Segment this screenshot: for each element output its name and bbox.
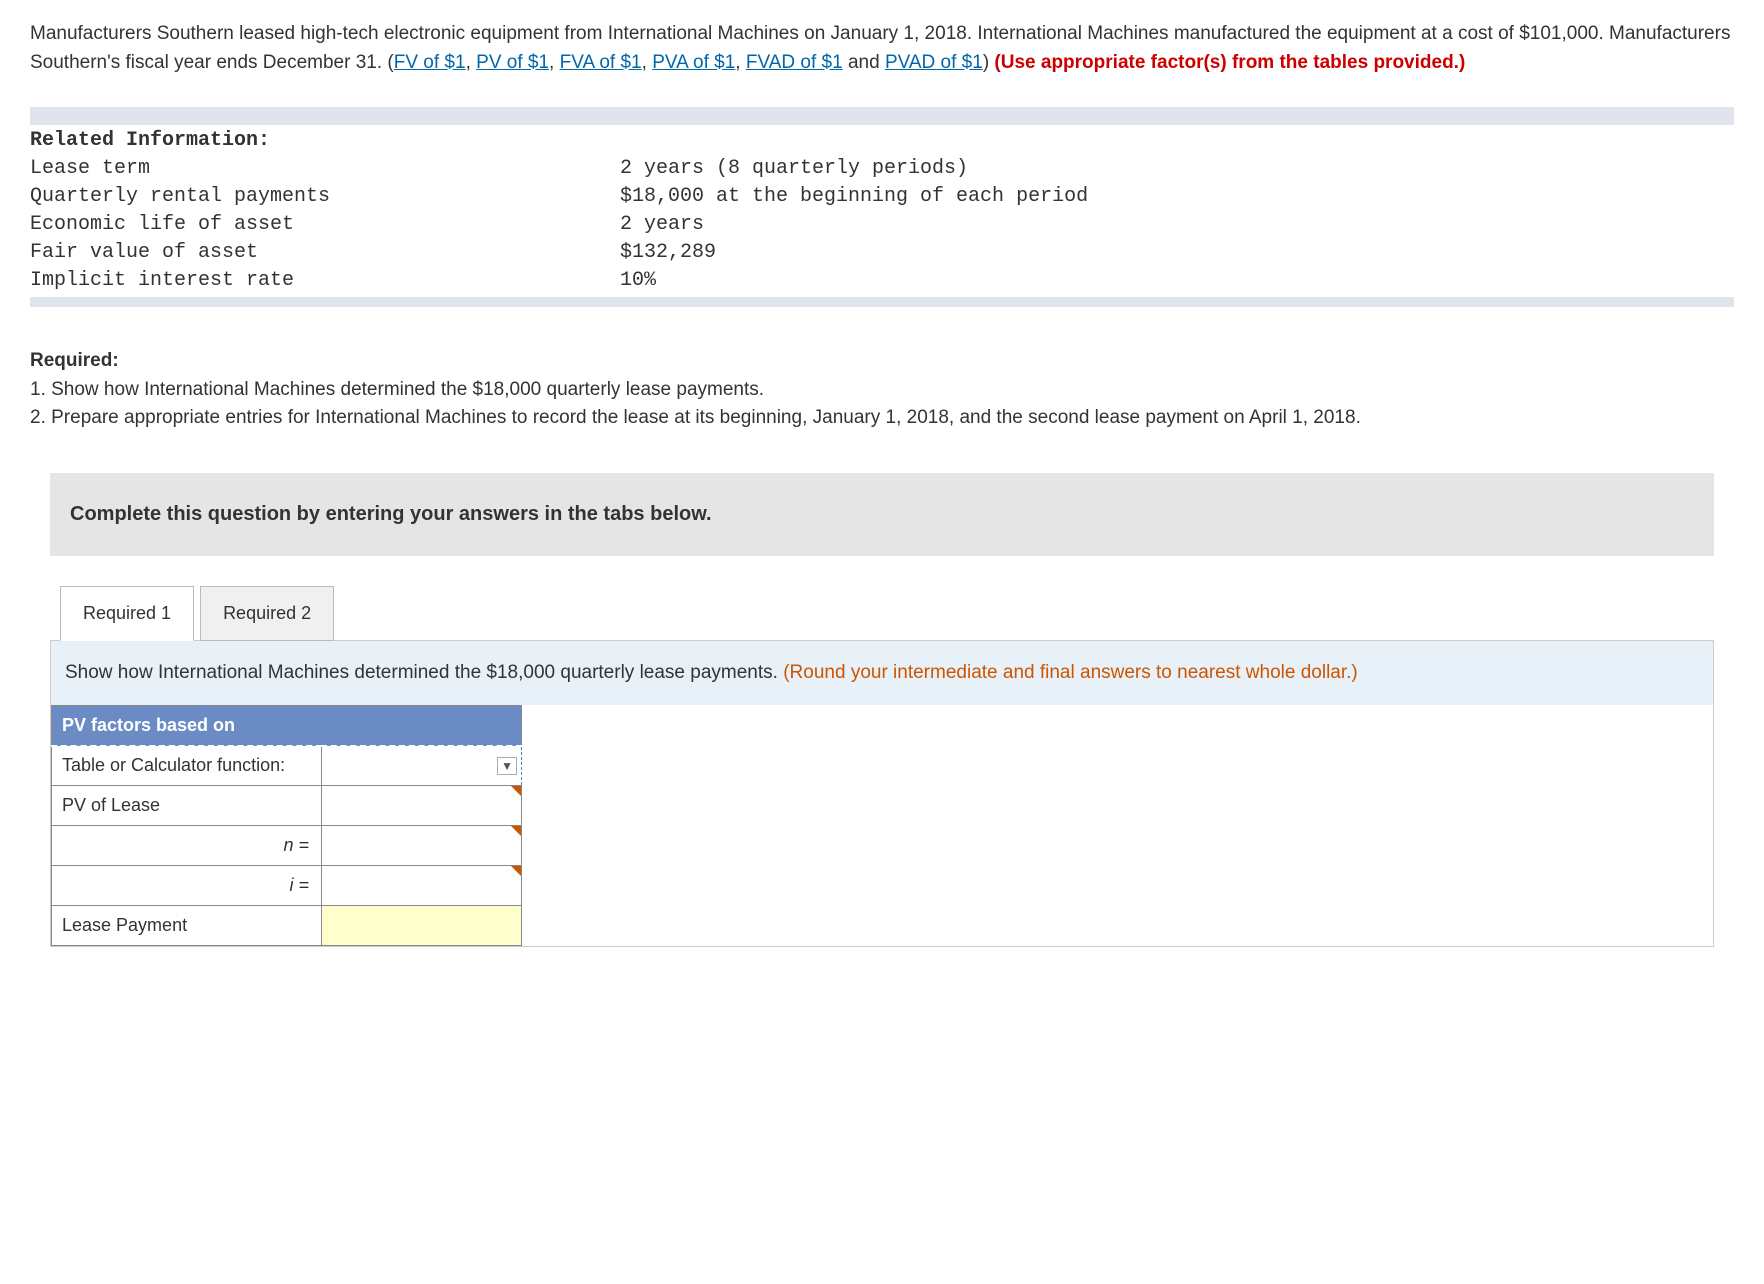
input-n[interactable] xyxy=(322,826,522,866)
dropdown-calc-function[interactable]: ▼ xyxy=(322,746,522,786)
tabs-container: Required 1 Required 2 xyxy=(60,586,1714,641)
link-fvad1[interactable]: FVAD of $1 xyxy=(746,52,843,73)
required-item-2: 2. Prepare appropriate entries for Inter… xyxy=(30,404,1734,433)
tab-prompt: Show how International Machines determin… xyxy=(51,641,1713,706)
info-key: Quarterly rental payments xyxy=(30,183,620,211)
row-n-label: n = xyxy=(52,826,322,866)
table-header: PV factors based on xyxy=(52,706,522,746)
row-lease-payment-label: Lease Payment xyxy=(52,906,322,946)
link-pvad1[interactable]: PVAD of $1 xyxy=(885,52,983,73)
row-i-label: i = xyxy=(52,866,322,906)
related-info-block: Related Information: Lease term 2 years … xyxy=(30,107,1734,307)
info-bar-bottom xyxy=(30,297,1734,307)
info-val: 2 years (8 quarterly periods) xyxy=(620,155,1734,183)
info-val: $132,289 xyxy=(620,239,1734,267)
info-bar-top xyxy=(30,107,1734,125)
tab-required-1[interactable]: Required 1 xyxy=(60,586,194,641)
instruction-bar: Complete this question by entering your … xyxy=(50,473,1714,556)
problem-intro: Manufacturers Southern leased high-tech … xyxy=(30,20,1734,77)
row-calc-function-label: Table or Calculator function: xyxy=(52,746,322,786)
info-val: 10% xyxy=(620,267,1734,295)
info-key: Lease term xyxy=(30,155,620,183)
info-val: $18,000 at the beginning of each period xyxy=(620,183,1734,211)
pv-factors-table: PV factors based on Table or Calculator … xyxy=(51,705,522,946)
input-i[interactable] xyxy=(322,866,522,906)
info-heading: Related Information: xyxy=(30,127,1734,155)
tab-content: Show how International Machines determin… xyxy=(50,640,1714,948)
row-pv-lease-label: PV of Lease xyxy=(52,786,322,826)
info-key: Implicit interest rate xyxy=(30,267,620,295)
info-val: 2 years xyxy=(620,211,1734,239)
info-row: Quarterly rental payments $18,000 at the… xyxy=(30,183,1734,211)
prompt-main: Show how International Machines determin… xyxy=(65,662,783,683)
info-row: Lease term 2 years (8 quarterly periods) xyxy=(30,155,1734,183)
answers-section: Complete this question by entering your … xyxy=(30,473,1734,948)
chevron-down-icon: ▼ xyxy=(497,757,517,775)
required-block: Required: 1. Show how International Mach… xyxy=(30,347,1734,433)
link-fv1[interactable]: FV of $1 xyxy=(394,52,466,73)
link-pv1[interactable]: PV of $1 xyxy=(476,52,549,73)
tab-required-2[interactable]: Required 2 xyxy=(200,586,334,641)
required-item-1: 1. Show how International Machines deter… xyxy=(30,376,1734,405)
info-row: Implicit interest rate 10% xyxy=(30,267,1734,295)
info-row: Economic life of asset 2 years xyxy=(30,211,1734,239)
input-pv-lease[interactable] xyxy=(322,786,522,826)
info-key: Economic life of asset xyxy=(30,211,620,239)
required-heading: Required: xyxy=(30,347,1734,376)
output-lease-payment xyxy=(322,906,522,946)
link-fva1[interactable]: FVA of $1 xyxy=(560,52,642,73)
info-row: Fair value of asset $132,289 xyxy=(30,239,1734,267)
info-key: Fair value of asset xyxy=(30,239,620,267)
link-pva1[interactable]: PVA of $1 xyxy=(652,52,735,73)
intro-redtext: (Use appropriate factor(s) from the tabl… xyxy=(994,52,1465,73)
prompt-note: (Round your intermediate and final answe… xyxy=(783,662,1358,683)
